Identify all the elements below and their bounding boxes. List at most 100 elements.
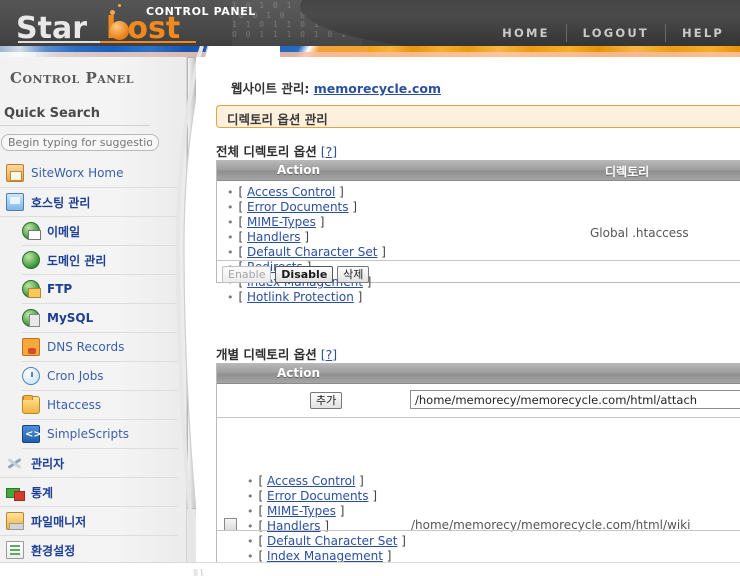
link-error-documents[interactable]: Error Documents — [247, 200, 348, 214]
dns-icon — [22, 338, 40, 356]
individual-section-title: 개별 디렉토리 옵션 [?] — [216, 344, 337, 363]
list-item: [ Handlers ] — [227, 230, 386, 245]
individual-options-table: Action 추가 [ Access Control ] [ Error Doc… — [216, 363, 740, 569]
sidebar-item-label: 도메인 관리 — [47, 252, 106, 269]
folder-icon — [22, 396, 40, 414]
preferences-icon — [6, 541, 24, 559]
page-title: 디렉토리 옵션 관리 — [227, 109, 328, 128]
link-access-control[interactable]: Access Control — [247, 185, 335, 199]
sidebar: Control Panel Quick Search SiteWorx Home… — [0, 57, 196, 562]
page-title-bar: 디렉토리 옵션 관리 — [216, 105, 740, 128]
tools-icon — [6, 454, 24, 472]
sidebar-item-ftp[interactable]: FTP — [22, 275, 178, 304]
sidebar-item-email[interactable]: 이메일 — [22, 217, 178, 246]
sidebar-nav-list: SiteWorx Home 호스팅 관리 이메일 도메인 관리 FTP MySQ… — [0, 159, 178, 562]
disable-button[interactable]: Disable — [275, 266, 333, 283]
sidebar-item-file-manager[interactable]: 파일매니저 — [0, 507, 178, 536]
sidebar-item-label: 이메일 — [47, 223, 80, 240]
table-row-divider — [217, 260, 740, 261]
list-item: [ MIME-Types ] — [227, 215, 386, 230]
sidebar-item-domain-management[interactable]: 도메인 관리 — [22, 246, 178, 275]
individual-action-list: [ Access Control ] [ Error Documents ] [… — [247, 474, 406, 569]
list-item: [ Handlers ] — [247, 519, 406, 534]
script-icon — [22, 425, 40, 443]
breadcrumb-domain-link[interactable]: memorecycle.com — [314, 81, 441, 96]
header-control-panel-label: CONTROL PANEL — [146, 5, 256, 18]
global-help-link[interactable]: ? — [326, 144, 333, 159]
sidebar-item-hosting-management[interactable]: 호스팅 관리 — [0, 188, 178, 217]
file-manager-icon — [6, 512, 24, 530]
global-col-action: Action — [277, 163, 320, 177]
global-table-header: Action 디렉토리 — [217, 161, 740, 181]
table-row-divider — [217, 530, 740, 531]
sidebar-item-administrator[interactable]: 관리자 — [0, 449, 178, 478]
sidebar-item-simplescripts[interactable]: SimpleScripts — [22, 420, 178, 449]
link-default-character-set[interactable]: Default Character Set — [247, 245, 377, 259]
nav-logout[interactable]: LOGOUT — [567, 24, 666, 42]
logo-dot-small — [118, 4, 121, 7]
enable-button[interactable]: Enable — [222, 266, 271, 283]
sidebar-item-label: MySQL — [47, 311, 93, 325]
add-button[interactable]: 추가 — [310, 392, 342, 409]
link-mime-types[interactable]: MIME-Types — [247, 215, 316, 229]
sidebar-item-dns-records[interactable]: DNS Records — [22, 333, 178, 362]
global-directory-value: Global .htaccess — [590, 226, 689, 240]
global-action-list: [ Access Control ] [ Error Documents ] [… — [227, 185, 386, 305]
sidebar-item-label: SimpleScripts — [47, 427, 129, 441]
quick-search-divider — [0, 125, 150, 126]
sidebar-item-label: 관리자 — [31, 455, 64, 472]
search-input[interactable] — [1, 134, 159, 151]
add-path-input[interactable] — [410, 390, 740, 409]
sidebar-scrollbar[interactable] — [186, 57, 195, 562]
delete-button[interactable]: 삭제 — [337, 266, 369, 283]
sidebar-item-label: 환경설정 — [31, 542, 75, 559]
list-item: [ Error Documents ] — [247, 489, 406, 504]
nav-help[interactable]: HELP — [666, 24, 740, 42]
ftp-globe-icon — [22, 280, 40, 298]
global-section-title: 전체 디렉토리 옵션 [?] — [216, 141, 337, 160]
sidebar-item-siteworx-home[interactable]: SiteWorx Home — [0, 159, 178, 188]
app-header: 1 0 1 0 1 0 0 0 1 0 0 1 1 1 0 1 1 0 1 1 … — [0, 0, 740, 46]
link-access-control[interactable]: Access Control — [267, 474, 355, 488]
list-item: [ Default Character Set ] — [227, 245, 386, 260]
quick-search-title: Quick Search — [4, 106, 100, 121]
sidebar-item-label: 호스팅 관리 — [31, 194, 90, 211]
breadcrumb: 웹사이트 관리: memorecycle.com — [231, 78, 441, 97]
link-default-character-set[interactable]: Default Character Set — [267, 534, 397, 548]
database-globe-icon — [22, 309, 40, 327]
sidebar-item-label: Cron Jobs — [47, 369, 104, 383]
sidebar-item-mysql[interactable]: MySQL — [22, 304, 178, 333]
sidebar-item-cron-jobs[interactable]: Cron Jobs — [22, 362, 178, 391]
link-error-documents[interactable]: Error Documents — [267, 489, 368, 503]
sidebar-item-statistics[interactable]: 통계 — [0, 478, 178, 507]
list-item: [ Access Control ] — [247, 474, 406, 489]
home-icon — [6, 164, 24, 182]
sidebar-item-htaccess[interactable]: Htaccess — [22, 391, 178, 420]
list-item: [ Access Control ] — [227, 185, 386, 200]
link-mime-types[interactable]: MIME-Types — [267, 504, 336, 518]
list-item: [ Hotlink Protection ] — [227, 290, 386, 305]
link-hotlink-protection[interactable]: Hotlink Protection — [247, 290, 354, 304]
sidebar-item-label: SiteWorx Home — [31, 166, 124, 180]
mail-globe-icon — [22, 222, 40, 240]
logo-bubble-icon — [110, 21, 129, 40]
table-row-divider — [217, 417, 740, 418]
individual-help-link[interactable]: ? — [326, 347, 333, 362]
sidebar-scrollbar-thumb[interactable] — [187, 57, 196, 509]
global-col-directory: 디렉토리 — [605, 163, 649, 180]
clock-icon — [22, 367, 40, 385]
sidebar-item-label: Htaccess — [47, 398, 101, 412]
main-content: 웹사이트 관리: memorecycle.com 디렉토리 옵션 관리 전체 디… — [196, 57, 740, 569]
link-index-management[interactable]: Index Management — [267, 549, 383, 563]
link-handlers[interactable]: Handlers — [247, 230, 301, 244]
sidebar-item-label: DNS Records — [47, 340, 124, 354]
list-item: [ MIME-Types ] — [247, 504, 406, 519]
sidebar-item-preferences[interactable]: 환경설정 — [0, 536, 178, 562]
add-directory-row: 추가 — [217, 384, 740, 417]
sidebar-item-label: 통계 — [31, 484, 53, 501]
list-item: [ Default Character Set ] — [247, 534, 406, 549]
nav-home[interactable]: HOME — [486, 24, 567, 42]
sidebar-item-label: 파일매니저 — [31, 513, 86, 530]
sidebar-item-label: FTP — [47, 282, 72, 296]
global-action-buttons: Enable Disable 삭제 — [222, 266, 369, 283]
